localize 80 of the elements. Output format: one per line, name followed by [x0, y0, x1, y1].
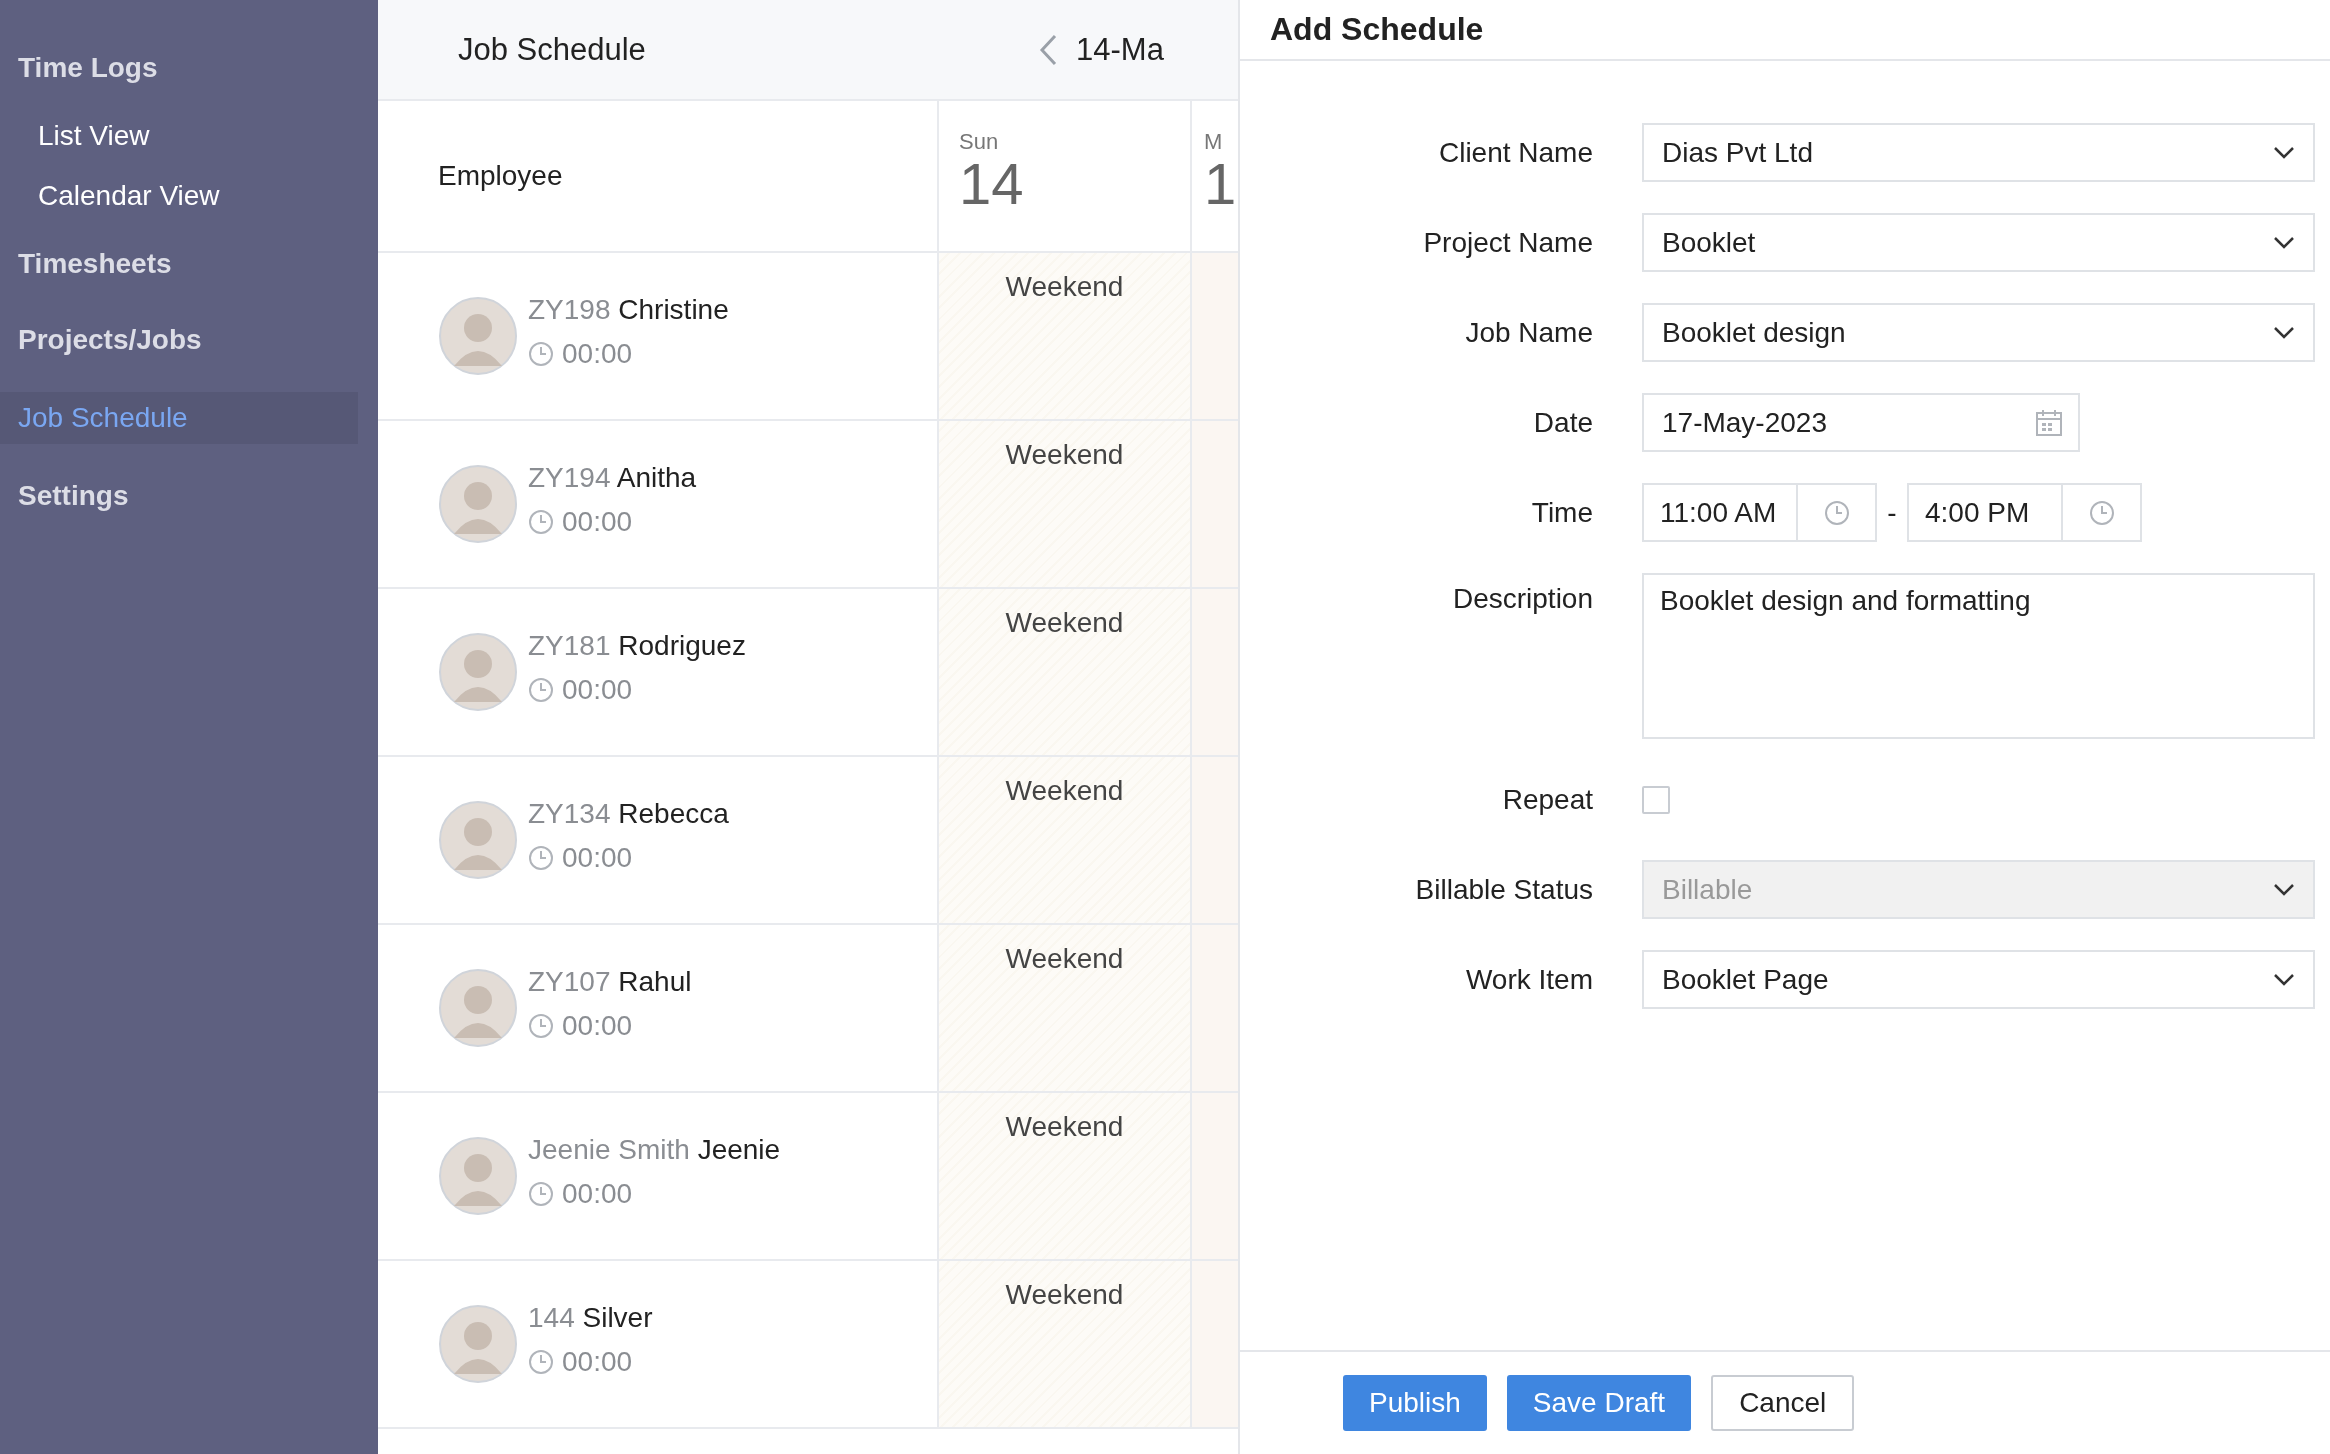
chevron-down-icon: [2273, 972, 2295, 987]
hours-value: 00:00: [562, 842, 633, 874]
field-label: Description: [1451, 582, 1593, 615]
weekday-label: Sun: [959, 129, 1000, 155]
field-label: Billable Status: [1414, 873, 1593, 906]
clock-icon: [528, 509, 554, 535]
field-label: Date: [1532, 406, 1593, 439]
weekday-label: M: [1204, 129, 1224, 155]
avatar-icon: [438, 296, 518, 376]
primary-button[interactable]: Publish: [1343, 1375, 1487, 1431]
chevron-down-icon: [2273, 325, 2295, 340]
avatar-icon: [438, 800, 518, 880]
primary-button[interactable]: Save Draft: [1506, 1375, 1692, 1431]
field-label: Job Name: [1464, 316, 1593, 349]
date-field[interactable]: 17-May-2023: [1642, 393, 2080, 452]
sidebar-item[interactable]: Settings: [0, 472, 378, 520]
drawer-title: Add Schedule: [1270, 11, 1484, 48]
avatar-icon: [438, 1304, 518, 1384]
field-label: Repeat: [1501, 783, 1593, 816]
chevron-down-icon: [2273, 882, 2295, 897]
page-title: Job Schedule: [458, 31, 647, 68]
hours-value: 00:00: [562, 506, 633, 538]
clock-icon: [528, 1181, 554, 1207]
field-label: Client Name: [1437, 136, 1593, 169]
employee-name[interactable]: 144 Silver: [528, 1302, 653, 1334]
clock-icon: [528, 1349, 554, 1375]
employee-name[interactable]: Jeenie Smith Jeenie: [528, 1134, 781, 1166]
date-range: 14-Ma: [1076, 31, 1164, 68]
sidebar-item[interactable]: Timesheets: [0, 240, 378, 288]
avatar-icon: [438, 968, 518, 1048]
weekend-cell: Weekend: [939, 421, 1192, 587]
employee-name[interactable]: ZY198 Christine: [528, 294, 729, 326]
field-label: Work Item: [1464, 963, 1593, 996]
clock-icon: [528, 341, 554, 367]
avatar-icon: [438, 1136, 518, 1216]
dropdown-field[interactable]: Booklet: [1642, 213, 2315, 272]
weekend-cell: Weekend: [939, 1093, 1192, 1259]
hours-value: 00:00: [562, 674, 633, 706]
hours-value: 00:00: [562, 1346, 633, 1378]
chevron-down-icon: [2273, 145, 2295, 160]
description-field[interactable]: Booklet design and formatting: [1642, 573, 2315, 739]
dropdown-field[interactable]: Dias Pvt Ltd: [1642, 123, 2315, 182]
employee-name[interactable]: ZY134 Rebecca: [528, 798, 729, 830]
chevron-down-icon: [2273, 235, 2295, 250]
weekend-cell: Weekend: [939, 1261, 1192, 1427]
dropdown-field[interactable]: Booklet design: [1642, 303, 2315, 362]
field-label: Time: [1530, 496, 1593, 529]
hours-value: 00:00: [562, 1010, 633, 1042]
avatar-icon: [438, 632, 518, 712]
weekend-cell: Weekend: [939, 925, 1192, 1091]
time-field[interactable]: 11:00 AM: [1642, 483, 1877, 542]
clock-icon: [528, 845, 554, 871]
hours-value: 00:00: [562, 338, 633, 370]
date-number: 14: [959, 155, 1025, 213]
field-label: Project Name: [1422, 226, 1593, 259]
employee-name[interactable]: ZY194 Anitha: [528, 462, 697, 494]
dropdown-field[interactable]: Booklet Page: [1642, 950, 2315, 1009]
clock-icon: [1823, 499, 1850, 526]
time-field[interactable]: 4:00 PM: [1907, 483, 2142, 542]
calendar-icon: [2034, 407, 2064, 438]
weekend-cell: Weekend: [939, 589, 1192, 755]
employee-name[interactable]: ZY181 Rodriguez: [528, 630, 746, 662]
range-separator: -: [1886, 496, 1898, 529]
checkbox[interactable]: [1642, 785, 1670, 814]
chevron-left-icon[interactable]: [1038, 32, 1058, 67]
sidebar-item[interactable]: Projects/Jobs: [0, 316, 378, 364]
sidebar-subitem[interactable]: List View: [0, 112, 378, 160]
sidebar-subitem[interactable]: Calendar View: [0, 172, 378, 220]
date-number: 1: [1204, 155, 1238, 213]
hours-value: 00:00: [562, 1178, 633, 1210]
clock-icon: [528, 677, 554, 703]
avatar-icon: [438, 464, 518, 544]
sidebar-item[interactable]: Time Logs: [0, 44, 378, 92]
weekend-cell: Weekend: [939, 253, 1192, 419]
clock-icon: [2088, 499, 2115, 526]
cancel-button[interactable]: Cancel: [1711, 1375, 1855, 1431]
employee-name[interactable]: ZY107 Rahul: [528, 966, 692, 998]
clock-icon: [528, 1013, 554, 1039]
column-header: Employee: [438, 160, 563, 192]
weekend-cell: Weekend: [939, 757, 1192, 923]
